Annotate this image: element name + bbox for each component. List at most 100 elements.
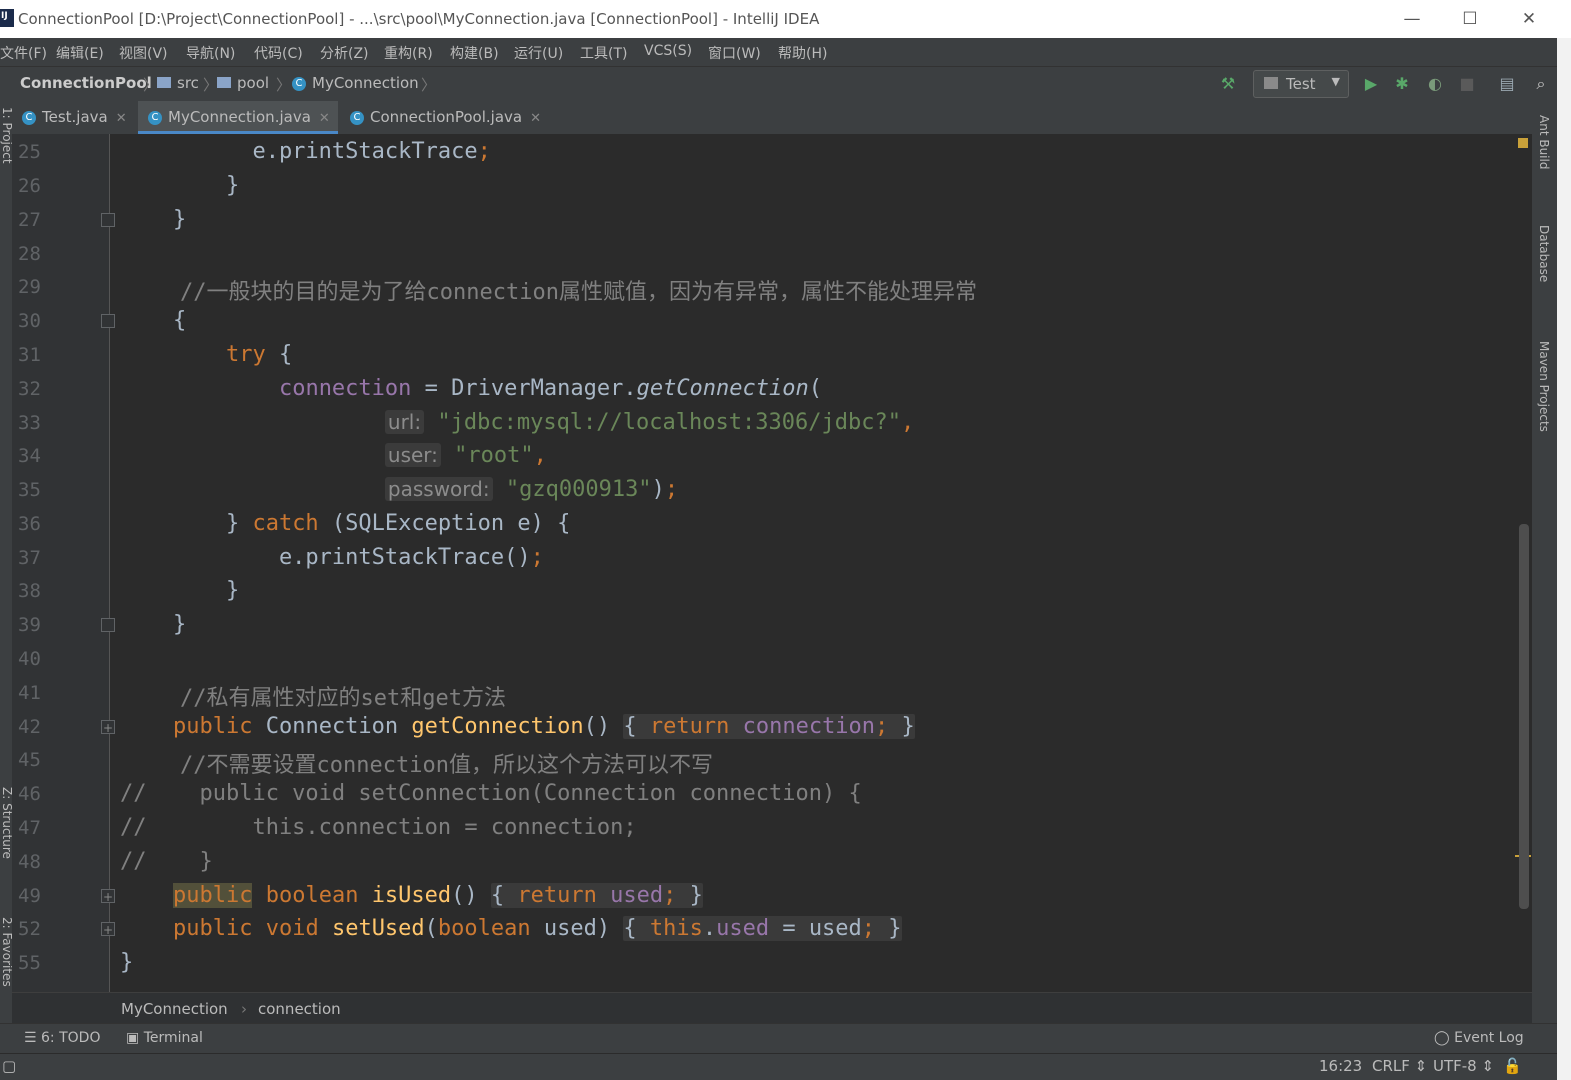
coverage-icon[interactable]: ◐	[1424, 73, 1446, 95]
line-number: 37	[18, 547, 41, 569]
tab-myconnection-java[interactable]: C MyConnection.java ✕	[138, 101, 338, 134]
menu-build[interactable]: 构建(B)	[450, 43, 499, 63]
code-line: 34 user: "root",	[12, 440, 1512, 474]
close-icon[interactable]: ✕	[319, 111, 330, 126]
fold-expand-icon[interactable]: +	[101, 922, 115, 937]
nav-file[interactable]: C MyConnection	[292, 74, 419, 92]
terminal-icon: ▣	[126, 1030, 144, 1046]
code-comment: // this.connection = connection;	[120, 815, 637, 840]
nav-project[interactable]: ConnectionPool	[20, 74, 152, 92]
menu-tools[interactable]: 工具(T)	[580, 43, 627, 63]
code-text: e.printStackTrace();	[120, 545, 544, 570]
code-line: 37 e.printStackTrace();	[12, 542, 1512, 576]
line-separator[interactable]: CRLF ⇕	[1372, 1057, 1427, 1075]
window-titlebar: ConnectionPool [D:\Project\ConnectionPoo…	[0, 0, 1571, 38]
todo-label: 6: TODO	[41, 1030, 101, 1046]
nav-src[interactable]: src	[157, 74, 199, 92]
todo-tool-button[interactable]: ☰ 6: TODO	[24, 1030, 100, 1046]
right-tool-strip: Ant Build Database Maven Projects	[1532, 101, 1557, 1047]
line-number: 35	[18, 479, 41, 501]
maximize-button[interactable]: ☐	[1450, 6, 1490, 32]
code-line: 29 //一般块的目的是为了给connection属性赋值，因为有异常，属性不能…	[12, 271, 1512, 305]
tool-window-bar: ☰ 6: TODO ▣ Terminal ◯ Event Log	[0, 1023, 1557, 1054]
line-number: 39	[18, 614, 41, 636]
fold-expand-icon[interactable]: +	[101, 720, 115, 735]
menu-edit[interactable]: 编辑(E)	[56, 43, 104, 63]
breadcrumb-class[interactable]: MyConnection	[121, 1000, 228, 1018]
toggle-tool-windows-icon[interactable]: ▢	[2, 1057, 16, 1075]
line-number: 45	[18, 749, 41, 771]
code-line: 55 }	[12, 947, 1512, 981]
debug-icon[interactable]: ✱	[1391, 73, 1413, 95]
menu-file[interactable]: 文件(F)	[0, 43, 47, 63]
tab-label: Test.java	[42, 108, 108, 126]
code-text: connection = DriverManager.getConnection…	[278, 376, 823, 401]
project-structure-icon[interactable]: ▤	[1496, 73, 1518, 95]
speech-bubble-icon: ◯	[1434, 1030, 1455, 1046]
build-hammer-icon[interactable]: ⚒	[1217, 73, 1239, 95]
param-hint-user: user:	[384, 443, 441, 467]
run-icon[interactable]: ▶	[1360, 73, 1382, 95]
editor-scrollbar[interactable]	[1519, 524, 1529, 909]
menu-refactor[interactable]: 重构(R)	[384, 43, 433, 63]
tab-connectionpool-java[interactable]: C ConnectionPool.java ✕	[340, 101, 550, 134]
menu-navigate[interactable]: 导航(N)	[186, 43, 235, 63]
package-icon	[217, 77, 231, 88]
run-config-label: Test	[1286, 75, 1316, 93]
menu-code[interactable]: 代码(C)	[254, 43, 303, 63]
line-number: 52	[18, 918, 41, 940]
code-line: 36 } catch (SQLException e) {	[12, 508, 1512, 542]
fold-end-icon[interactable]	[101, 213, 115, 227]
menu-help[interactable]: 帮助(H)	[778, 43, 827, 63]
code-editor[interactable]: 25 e.printStackTrace; 26 } 27 } 28 29 //…	[12, 134, 1532, 992]
code-line: 41 //私有属性对应的set和get方法	[12, 677, 1512, 711]
tab-label: ConnectionPool.java	[370, 108, 523, 126]
inspection-status-icon[interactable]	[1518, 138, 1528, 148]
code-line: 38 }	[12, 575, 1512, 609]
minimize-button[interactable]: —	[1392, 6, 1432, 32]
tab-label: MyConnection.java	[168, 108, 311, 126]
menu-view[interactable]: 视图(V)	[119, 43, 168, 63]
database-tool-button[interactable]: Database	[1537, 225, 1551, 282]
caret-position[interactable]: 16:23	[1319, 1057, 1362, 1075]
fold-end-icon[interactable]	[101, 618, 115, 632]
menu-analyze[interactable]: 分析(Z)	[320, 43, 369, 63]
fold-start-icon[interactable]	[101, 314, 115, 328]
code-text: }	[120, 578, 240, 603]
menu-run[interactable]: 运行(U)	[514, 43, 563, 63]
search-icon[interactable]: ⌕	[1530, 73, 1552, 95]
code-line: 30 {	[12, 305, 1512, 339]
close-button[interactable]: ✕	[1509, 6, 1549, 32]
stop-icon[interactable]: ■	[1456, 73, 1478, 95]
event-log-button[interactable]: ◯ Event Log	[1434, 1030, 1524, 1046]
chevron-right-icon: 〉	[203, 76, 219, 94]
menu-vcs[interactable]: VCS(S)	[644, 43, 692, 59]
code-text: }	[120, 173, 240, 198]
code-comment: //不需要设置connection值，所以这个方法可以不写	[180, 753, 713, 778]
class-icon: C	[148, 110, 162, 125]
menu-window[interactable]: 窗口(W)	[708, 43, 761, 63]
run-configuration-dropdown[interactable]: Test ▼	[1253, 70, 1349, 98]
nav-pool[interactable]: pool	[217, 74, 269, 92]
menu-bar: 文件(F) 编辑(E) 视图(V) 导航(N) 代码(C) 分析(Z) 重构(R…	[0, 38, 1571, 67]
terminal-tool-button[interactable]: ▣ Terminal	[126, 1030, 203, 1046]
editor-tab-bar: C Test.java ✕ C MyConnection.java ✕ C Connect…	[12, 101, 1532, 135]
close-icon[interactable]: ✕	[530, 111, 541, 126]
line-separator-label: CRLF	[1372, 1057, 1410, 1075]
list-icon: ☰	[24, 1030, 42, 1046]
file-encoding[interactable]: UTF-8 ⇕	[1433, 1057, 1494, 1075]
code-line: 35 password: "gzq000913");	[12, 474, 1512, 508]
close-icon[interactable]: ✕	[116, 111, 127, 126]
line-number: 48	[18, 851, 41, 873]
fold-expand-icon[interactable]: +	[101, 889, 115, 904]
ant-build-tool-button[interactable]: Ant Build	[1537, 115, 1551, 169]
navigation-bar: ConnectionPool 〉 src 〉 pool 〉 C MyConnect…	[0, 67, 1571, 102]
class-icon: C	[292, 76, 306, 91]
line-number: 55	[18, 952, 41, 974]
maven-projects-tool-button[interactable]: Maven Projects	[1537, 341, 1551, 432]
chevron-updown-icon: ⇕	[1414, 1057, 1428, 1075]
breadcrumb-member[interactable]: connection	[258, 1000, 341, 1018]
tab-test-java[interactable]: C Test.java ✕	[12, 101, 140, 134]
code-line: 52 + public void setUsed(boolean used) {…	[12, 913, 1512, 947]
lock-icon[interactable]: 🔓	[1503, 1057, 1522, 1075]
